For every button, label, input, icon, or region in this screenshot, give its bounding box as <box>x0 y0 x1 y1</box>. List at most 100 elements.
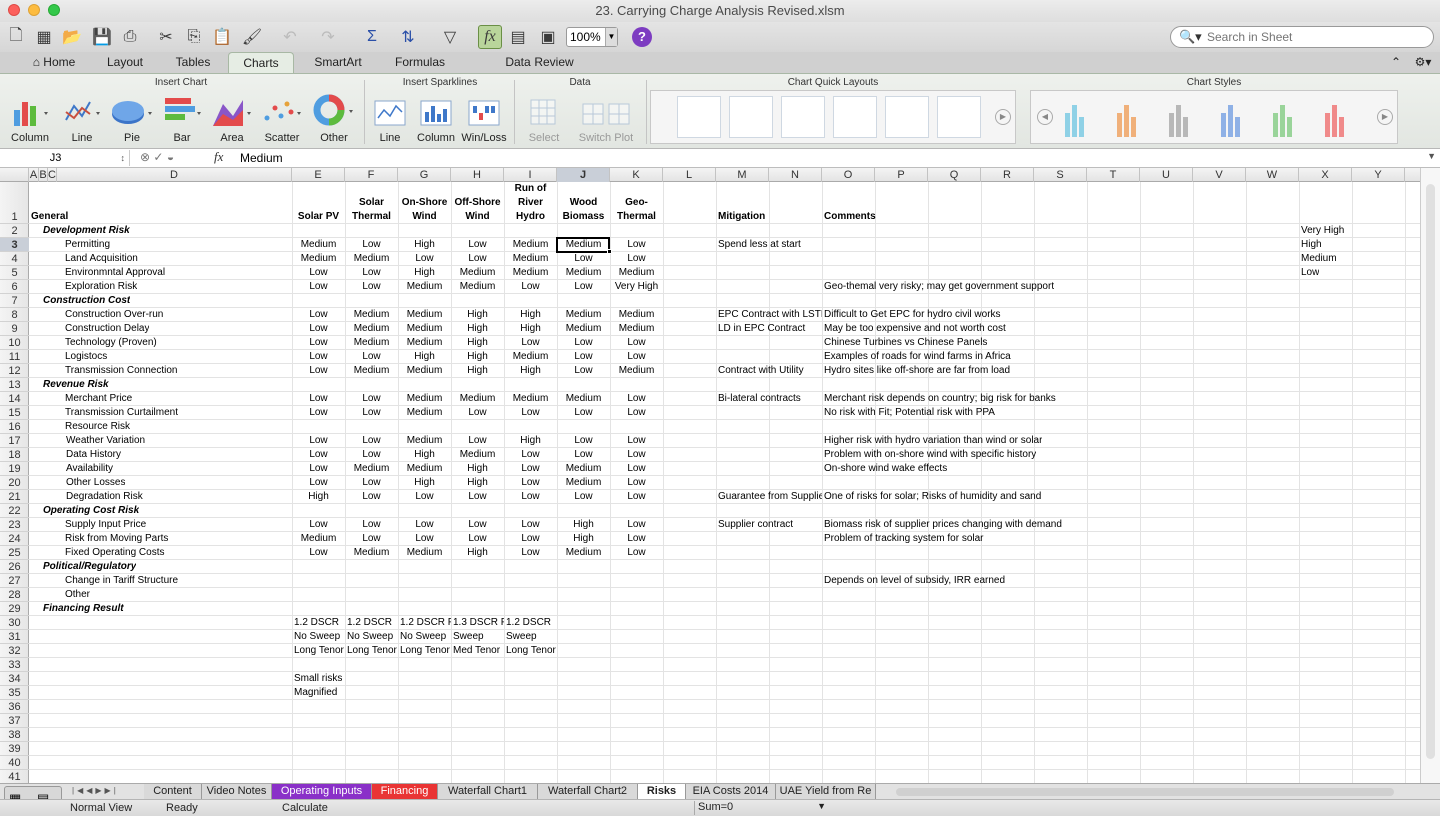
rating-cell[interactable]: Low <box>292 546 345 560</box>
sparkline-winloss-button[interactable]: Win/Loss <box>460 94 508 144</box>
rating-cell[interactable]: High <box>451 364 504 378</box>
rating-cell[interactable]: Medium <box>610 322 663 336</box>
row-header[interactable]: 31 <box>0 630 29 644</box>
rating-cell[interactable]: Medium <box>345 364 398 378</box>
rating-cell[interactable]: High <box>451 308 504 322</box>
insert-scatter-chart-button[interactable]: Scatter <box>258 94 306 144</box>
row-header[interactable]: 23 <box>0 518 29 532</box>
row-header[interactable]: 12 <box>0 364 29 378</box>
new-document-icon[interactable]: 🗋 <box>4 25 28 49</box>
rating-cell[interactable]: Low <box>610 252 663 266</box>
tab-home[interactable]: ⌂ Home <box>24 52 84 73</box>
rating-cell[interactable]: Low <box>398 518 451 532</box>
paste-icon[interactable]: 📋 <box>210 25 234 49</box>
rating-cell[interactable]: Medium <box>451 280 504 294</box>
rating-cell[interactable]: High <box>557 518 610 532</box>
rating-cell[interactable]: High <box>451 350 504 364</box>
media-browser-icon[interactable]: ▣ <box>536 25 560 49</box>
comment-cell[interactable]: Biomass risk of supplier prices changing… <box>824 518 1062 532</box>
print-icon[interactable]: ⎙ <box>118 25 142 49</box>
rating-cell[interactable]: Medium <box>398 406 451 420</box>
row-header[interactable]: 37 <box>0 714 29 728</box>
rating-cell[interactable]: Low <box>610 490 663 504</box>
sheet-tab[interactable]: UAE Yield from Re <box>776 784 876 799</box>
comment-cell[interactable]: Geo-themal very risky; may get governmen… <box>824 280 1054 294</box>
rating-cell[interactable]: Medium <box>504 266 557 280</box>
switch-plot-button[interactable]: Switch Plot <box>572 94 640 144</box>
row-header[interactable]: 3 <box>0 238 29 252</box>
rating-cell[interactable]: Medium <box>398 434 451 448</box>
copy-icon[interactable]: ⎘ <box>182 25 206 49</box>
row-header[interactable]: 16 <box>0 420 29 434</box>
rating-cell[interactable]: Medium <box>345 322 398 336</box>
row-header[interactable]: 41 <box>0 770 29 784</box>
row-header[interactable]: 22 <box>0 504 29 518</box>
column-header[interactable]: M <box>716 168 769 182</box>
sheet-grid[interactable]: General Solar PV Solar Thermal On-Shore Win… <box>29 182 1420 783</box>
rating-cell[interactable]: High <box>398 266 451 280</box>
rating-cell[interactable]: Low <box>292 518 345 532</box>
legend-cell[interactable]: Low <box>1301 266 1319 280</box>
row-header[interactable]: 2 <box>0 224 29 238</box>
financing-cell[interactable]: 1.2 DSCR P <box>400 616 451 630</box>
collapse-ribbon-icon[interactable]: ⌃ <box>1388 52 1404 73</box>
rating-cell[interactable]: Low <box>292 448 345 462</box>
comment-cell[interactable]: May be too expensive and not worth cost <box>824 322 1006 336</box>
column-header[interactable]: V <box>1193 168 1246 182</box>
rating-cell[interactable]: Medium <box>398 392 451 406</box>
rating-cell[interactable]: Low <box>557 406 610 420</box>
rating-cell[interactable]: Low <box>451 532 504 546</box>
rating-cell[interactable]: High <box>451 462 504 476</box>
rating-cell[interactable]: Medium <box>292 238 345 252</box>
column-header[interactable]: T <box>1087 168 1140 182</box>
rating-cell[interactable]: Medium <box>610 308 663 322</box>
mitigation-cell[interactable]: LD in EPC Contract <box>718 322 822 336</box>
row-header[interactable]: 10 <box>0 336 29 350</box>
stepper-icon[interactable]: ↕ <box>121 150 126 166</box>
financing-cell[interactable]: No Sweep <box>347 630 398 644</box>
tab-smartart[interactable]: SmartArt <box>302 52 374 73</box>
comment-cell[interactable]: Problem with on-shore wind with specific… <box>824 448 1036 462</box>
row-header[interactable]: 30 <box>0 616 29 630</box>
row-header[interactable]: 14 <box>0 392 29 406</box>
rating-cell[interactable]: Low <box>557 364 610 378</box>
financing-cell[interactable]: 1.2 DSCR <box>347 616 398 630</box>
quick-layout-thumbnail[interactable] <box>781 96 825 138</box>
sheet-tab[interactable]: Financing <box>372 784 438 799</box>
rating-cell[interactable]: Low <box>557 350 610 364</box>
row-header[interactable]: 39 <box>0 742 29 756</box>
rating-cell[interactable]: High <box>398 476 451 490</box>
rating-cell[interactable]: Medium <box>557 266 610 280</box>
row-header[interactable]: 34 <box>0 672 29 686</box>
comment-cell[interactable]: Examples of roads for wind farms in Afri… <box>824 350 1011 364</box>
fill-handle[interactable] <box>607 249 612 254</box>
rating-cell[interactable]: Medium <box>504 392 557 406</box>
rating-cell[interactable]: Medium <box>557 322 610 336</box>
gallery-next-icon[interactable]: ▶ <box>995 109 1011 125</box>
column-header[interactable]: C <box>48 168 57 182</box>
rating-cell[interactable]: Low <box>504 546 557 560</box>
rating-cell[interactable]: Medium <box>292 252 345 266</box>
rating-cell[interactable]: Medium <box>504 252 557 266</box>
rating-cell[interactable]: Medium <box>557 462 610 476</box>
rating-cell[interactable]: Medium <box>451 392 504 406</box>
column-header[interactable]: Y <box>1352 168 1405 182</box>
undo-icon[interactable]: ↶ <box>278 25 302 49</box>
calculate-status[interactable]: Calculate <box>282 802 328 814</box>
rating-cell[interactable]: Medium <box>398 462 451 476</box>
rating-cell[interactable]: Low <box>398 532 451 546</box>
rating-cell[interactable]: High <box>292 490 345 504</box>
rating-cell[interactable]: High <box>451 336 504 350</box>
confirm-entry-icon[interactable]: ✓ <box>153 150 163 164</box>
rating-cell[interactable]: Low <box>345 490 398 504</box>
horizontal-scrollbar[interactable] <box>896 788 1394 796</box>
sort-icon[interactable]: ⇅ <box>396 25 420 49</box>
mitigation-cell[interactable]: Spend less at start <box>718 238 822 252</box>
rating-cell[interactable]: Medium <box>451 266 504 280</box>
column-header[interactable]: W <box>1246 168 1299 182</box>
rating-cell[interactable]: Medium <box>504 350 557 364</box>
row-header[interactable]: 5 <box>0 266 29 280</box>
sheet-tab[interactable]: Waterfall Chart1 <box>438 784 538 799</box>
row-header[interactable]: 15 <box>0 406 29 420</box>
formula-builder-icon[interactable]: fx <box>478 25 502 49</box>
